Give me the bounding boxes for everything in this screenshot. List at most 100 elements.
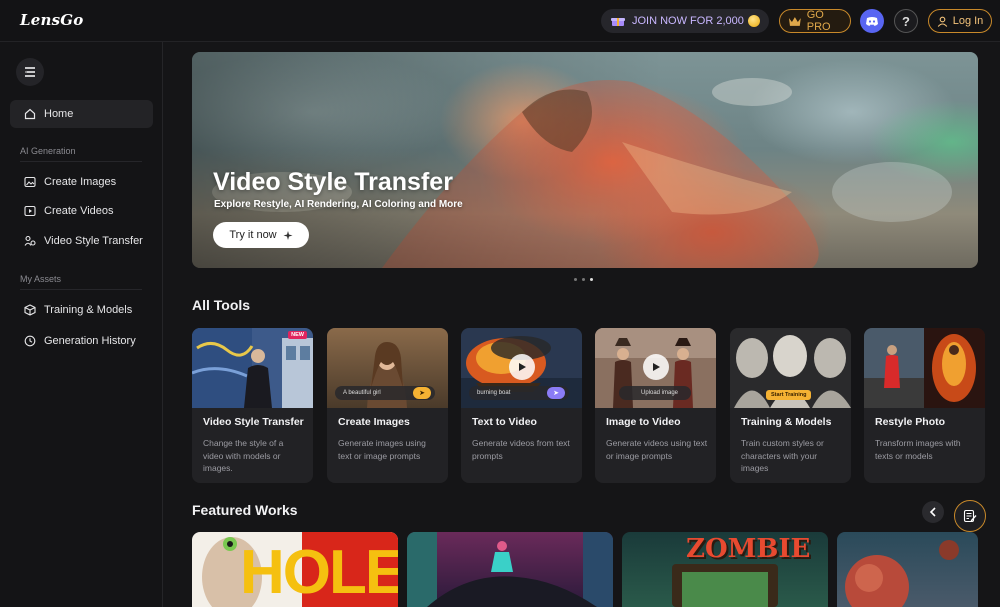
tool-thumbnail	[864, 328, 985, 408]
tool-name: Restyle Photo	[875, 416, 946, 428]
section-label-my-assets: My Assets	[20, 274, 62, 284]
carousel-dot[interactable]	[574, 278, 577, 281]
help-button[interactable]: ?	[894, 9, 918, 33]
tool-card-training-models[interactable]: Start Training Training & Models Train c…	[730, 328, 851, 483]
tool-card-video-style-transfer[interactable]: NEW Video Style Transfer Change the styl…	[192, 328, 313, 483]
section-label-ai-generation: AI Generation	[20, 146, 76, 156]
sidebar-item-label: Video Style Transfer	[44, 235, 143, 247]
go-pro-label: GO PRO	[806, 9, 831, 33]
menu-icon	[25, 67, 35, 77]
featured-work-card[interactable]	[837, 532, 978, 607]
clock-icon	[24, 335, 36, 347]
featured-work-title: HOLE	[240, 538, 398, 607]
featured-work-title: ZOMBIE	[686, 534, 811, 564]
join-now-button[interactable]: JOIN NOW FOR 2,000	[601, 9, 769, 33]
send-icon: ➤	[547, 387, 565, 399]
try-it-now-button[interactable]: Try it now	[213, 222, 309, 248]
home-icon	[24, 108, 36, 120]
gift-icon	[611, 18, 625, 26]
tool-card-text-to-video[interactable]: burning boat ➤ Text to Video Generate vi…	[461, 328, 582, 483]
edit-note-icon	[963, 509, 977, 523]
logo[interactable]: LensGo	[20, 11, 83, 29]
sidebar-item-label: Create Videos	[44, 205, 114, 217]
prompt-input-preview: A beautiful girl ➤	[335, 386, 435, 400]
sidebar-item-create-videos[interactable]: Create Videos	[10, 197, 153, 225]
tool-name: Create Images	[338, 416, 410, 428]
discord-button[interactable]	[860, 9, 884, 33]
login-button[interactable]: Log In	[928, 9, 992, 33]
play-button[interactable]	[643, 354, 669, 380]
video-icon	[24, 205, 36, 217]
featured-work-art	[845, 540, 959, 607]
play-icon	[519, 363, 526, 371]
top-bar: LensGo JOIN NOW FOR 2,000 GO PRO ? Log I…	[0, 0, 1000, 42]
sidebar-item-label: Training & Models	[44, 304, 133, 316]
send-icon: ➤	[413, 387, 431, 399]
featured-works-title: Featured Works	[192, 502, 298, 518]
sidebar-item-label: Home	[44, 108, 74, 120]
cube-icon	[24, 304, 36, 316]
featured-work-card[interactable]: ZOMBIE	[622, 532, 828, 607]
sidebar-item-generation-history[interactable]: Generation History	[10, 327, 153, 355]
hero-title: Video Style Transfer	[213, 168, 453, 196]
discord-icon	[866, 16, 878, 26]
sidebar-item-video-style-transfer[interactable]: Video Style Transfer	[10, 227, 153, 255]
collapse-menu-button[interactable]	[16, 58, 44, 86]
upload-image-preview: Upload image	[619, 386, 691, 400]
coin-icon	[747, 15, 760, 27]
tool-card-create-images[interactable]: A beautiful girl ➤ Create Images Generat…	[327, 328, 448, 483]
tool-card-restyle-photo[interactable]: Restyle Photo Transform images with text…	[864, 328, 985, 483]
featured-prev-button[interactable]	[922, 501, 944, 523]
go-pro-button[interactable]: GO PRO	[779, 9, 851, 33]
sidebar-item-home[interactable]: Home	[10, 100, 153, 128]
play-button[interactable]	[509, 354, 535, 380]
user-icon	[937, 16, 947, 27]
carousel-dot[interactable]	[582, 278, 585, 281]
upload-image-text: Upload image	[641, 390, 679, 396]
hero-banner[interactable]: Video Style Transfer Explore Restyle, AI…	[192, 52, 978, 268]
featured-work-art	[407, 532, 613, 607]
tool-name: Video Style Transfer	[203, 416, 304, 428]
prompt-input-preview: burning boat ➤	[469, 386, 569, 400]
hero-shade	[192, 52, 978, 268]
tool-thumbnail	[192, 328, 313, 408]
style-transfer-icon	[24, 235, 36, 246]
tool-name: Image to Video	[606, 416, 681, 428]
sidebar: Home AI Generation Create Images Create …	[0, 42, 163, 607]
join-now-label: JOIN NOW FOR 2,000	[632, 15, 744, 27]
chevron-left-icon	[929, 507, 936, 517]
tool-name: Training & Models	[741, 416, 832, 428]
tool-description: Transform images with texts or models	[875, 438, 961, 461]
sidebar-item-training-models[interactable]: Training & Models	[10, 296, 153, 324]
divider	[20, 289, 142, 290]
tool-description: Change the style of a video with models …	[203, 438, 284, 473]
tool-description: Generate videos using text or image prom…	[606, 438, 708, 461]
feedback-button[interactable]	[954, 500, 986, 532]
tool-name: Text to Video	[472, 416, 537, 428]
divider	[20, 161, 142, 162]
new-badge: NEW	[288, 331, 307, 339]
hero-subtitle: Explore Restyle, AI Rendering, AI Colori…	[214, 199, 463, 210]
carousel-dot-active[interactable]	[590, 278, 593, 281]
crown-icon	[788, 16, 801, 26]
prompt-preview-text: burning boat	[477, 390, 511, 396]
tool-description: Generate videos from text prompts	[472, 438, 570, 461]
tool-description: Train custom styles or characters with y…	[741, 438, 824, 473]
sidebar-item-label: Create Images	[44, 176, 117, 188]
all-tools-title: All Tools	[192, 297, 251, 313]
play-icon	[653, 363, 660, 371]
tool-card-image-to-video[interactable]: Upload image Image to Video Generate vid…	[595, 328, 716, 483]
login-label: Log In	[952, 15, 984, 27]
try-it-now-label: Try it now	[229, 229, 277, 241]
prompt-preview-text: A beautiful girl	[343, 390, 381, 396]
help-icon: ?	[902, 13, 910, 29]
sidebar-item-label: Generation History	[44, 335, 136, 347]
start-training-chip: Start Training	[766, 390, 812, 400]
tool-description: Generate images using text or image prom…	[338, 438, 426, 461]
carousel-dots	[574, 278, 593, 281]
sidebar-item-create-images[interactable]: Create Images	[10, 168, 153, 196]
featured-work-card[interactable]	[407, 532, 613, 607]
image-icon	[24, 176, 36, 188]
featured-work-card[interactable]: HOLE	[192, 532, 398, 607]
sparkle-icon	[283, 230, 293, 240]
